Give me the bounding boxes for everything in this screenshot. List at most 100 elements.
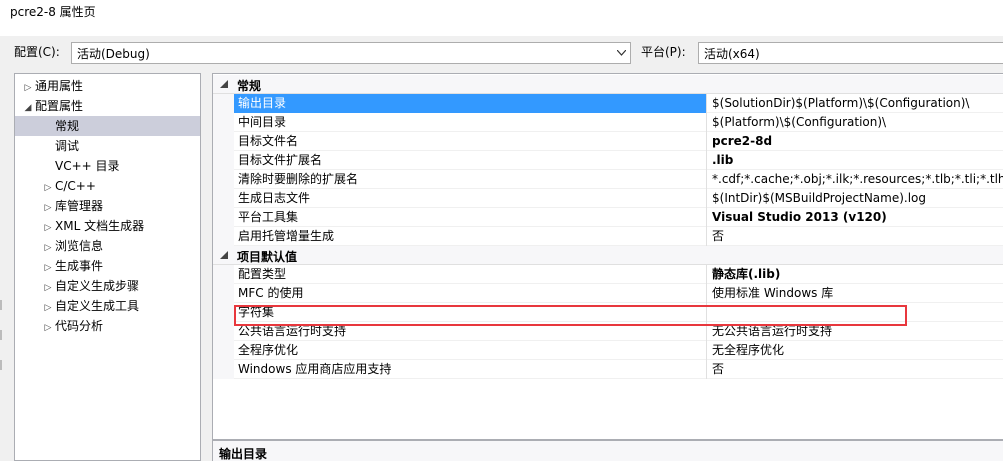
row-gutter <box>213 113 234 132</box>
collapse-triangle-icon[interactable] <box>220 251 228 259</box>
tree-item[interactable]: ▷ 库管理器 <box>41 196 103 216</box>
collapse-triangle-icon[interactable] <box>220 80 228 88</box>
property-name[interactable]: 目标文件扩展名 <box>234 151 707 170</box>
property-name[interactable]: 清除时要删除的扩展名 <box>234 170 707 189</box>
configuration-value: 活动(Debug) <box>77 47 150 61</box>
property-pages-dialog: 配置(C): 活动(Debug) 平台(P): 活动(x64) ▷ 通用属性 ◢ 配置… <box>0 36 1003 461</box>
property-value[interactable]: .lib <box>708 151 1003 170</box>
property-value[interactable]: 静态库(.lib) <box>708 265 1003 284</box>
annotation-highlight-box <box>234 305 907 326</box>
property-name[interactable]: 启用托管增量生成 <box>234 227 707 246</box>
property-row[interactable]: 目标文件扩展名 .lib <box>213 151 1003 170</box>
property-value[interactable]: 使用标准 Windows 库 <box>708 284 1003 303</box>
property-row[interactable]: 启用托管增量生成否 <box>213 227 1003 246</box>
property-value[interactable]: *.cdf;*.cache;*.obj;*.ilk;*.resources;*.… <box>708 170 1003 189</box>
property-row[interactable]: MFC 的使用 使用标准 Windows 库 <box>213 284 1003 303</box>
property-value[interactable]: $(IntDir)$(MSBuildProjectName).log <box>708 189 1003 208</box>
row-gutter <box>213 227 234 246</box>
tree-item[interactable]: ▷ 自定义生成工具 <box>41 296 139 316</box>
tree-item[interactable]: ▷ 自定义生成步骤 <box>41 276 139 296</box>
property-value[interactable]: 否 <box>708 360 1003 379</box>
expand-triangle-icon[interactable]: ▷ <box>41 318 55 338</box>
tree-item[interactable]: ▷ 浏览信息 <box>41 236 103 256</box>
property-value[interactable]: $(Platform)\$(Configuration)\ <box>708 113 1003 132</box>
tree-item[interactable]: ▷ C/C++ <box>41 176 96 196</box>
tree-item[interactable]: ▷ 生成事件 <box>41 256 103 276</box>
property-value[interactable]: pcre2-8d <box>708 132 1003 151</box>
tree-item[interactable]: 调试 <box>41 136 79 156</box>
configuration-combo[interactable]: 活动(Debug) <box>71 42 631 64</box>
property-value[interactable]: Visual Studio 2013 (v120) <box>708 208 1003 227</box>
property-name[interactable]: 配置类型 <box>234 265 707 284</box>
tree-item[interactable]: ◢ 配置属性 <box>21 96 83 116</box>
category-defaults[interactable]: 项目默认值 <box>213 246 1003 265</box>
property-grid: 常规 输出目录 $(SolutionDir)$(Platform)\$(Config… <box>212 73 1003 440</box>
tree-item[interactable]: ▷ 代码分析 <box>41 316 103 336</box>
tree-item-label: VC++ 目录 <box>55 159 120 173</box>
property-name[interactable]: 平台工具集 <box>234 208 707 227</box>
property-name[interactable]: 目标文件名 <box>234 132 707 151</box>
description-title: 输出目录 <box>219 447 268 461</box>
expand-triangle-icon[interactable]: ▷ <box>41 238 55 258</box>
window-edge <box>0 300 2 370</box>
category-general[interactable]: 常规 <box>213 75 1003 94</box>
row-gutter <box>213 132 234 151</box>
window-title: pcre2-8 属性页 <box>10 5 96 19</box>
expand-triangle-icon[interactable]: ▷ <box>41 258 55 278</box>
property-row[interactable]: 生成日志文件 $(IntDir)$(MSBuildProjectName).log <box>213 189 1003 208</box>
row-gutter <box>213 208 234 227</box>
category-title: 项目默认值 <box>237 250 298 264</box>
property-tree: ▷ 通用属性 ◢ 配置属性 常规 调试 VC++ 目录 ▷ C/C++ ▷ 库管理器 ▷ XML 文档生… <box>14 73 201 461</box>
tree-item[interactable]: 常规 <box>15 116 200 136</box>
property-row[interactable]: Windows 应用商店应用支持否 <box>213 360 1003 379</box>
row-gutter <box>213 360 234 379</box>
row-gutter <box>213 341 234 360</box>
tree-item-label: 库管理器 <box>55 199 104 213</box>
property-row[interactable]: 清除时要删除的扩展名 *.cdf;*.cache;*.obj;*.ilk;*.re… <box>213 170 1003 189</box>
property-value[interactable]: 无全程序优化 <box>708 341 1003 360</box>
property-name[interactable]: 生成日志文件 <box>234 189 707 208</box>
tree-item-label: 代码分析 <box>55 319 104 333</box>
title-bar: pcre2-8 属性页 <box>0 0 1003 36</box>
expand-triangle-icon[interactable]: ▷ <box>41 218 55 238</box>
row-gutter <box>213 151 234 170</box>
expand-triangle-icon[interactable]: ▷ <box>41 198 55 218</box>
tree-item-label: 生成事件 <box>55 259 104 273</box>
tree-item[interactable]: VC++ 目录 <box>41 156 120 176</box>
tree-item-label: 自定义生成工具 <box>55 299 140 313</box>
property-row[interactable]: 平台工具集 Visual Studio 2013 (v120) <box>213 208 1003 227</box>
platform-combo[interactable]: 活动(x64) <box>698 42 1003 64</box>
tree-item-label: XML 文档生成器 <box>55 219 145 233</box>
property-name[interactable]: MFC 的使用 <box>234 284 707 303</box>
chevron-down-icon[interactable] <box>612 43 630 63</box>
property-value[interactable]: $(SolutionDir)$(Platform)\$(Configuratio… <box>708 94 1003 113</box>
property-name[interactable]: Windows 应用商店应用支持 <box>234 360 707 379</box>
tree-item[interactable]: ▷ 通用属性 <box>21 76 83 96</box>
row-gutter <box>213 265 234 284</box>
expand-triangle-icon[interactable]: ▷ <box>41 298 55 318</box>
property-name[interactable]: 全程序优化 <box>234 341 707 360</box>
expand-triangle-icon[interactable]: ▷ <box>21 78 35 98</box>
expanded-triangle-icon[interactable]: ◢ <box>21 98 35 118</box>
tree-item[interactable]: ▷ XML 文档生成器 <box>41 216 145 238</box>
tree-item-label: 自定义生成步骤 <box>55 279 140 293</box>
property-name[interactable]: 中间目录 <box>234 113 707 132</box>
expand-triangle-icon[interactable]: ▷ <box>41 278 55 298</box>
property-row[interactable]: 配置类型 静态库(.lib) <box>213 265 1003 284</box>
property-name[interactable]: 输出目录 <box>234 94 707 113</box>
tree-item-label: 配置属性 <box>35 99 84 113</box>
property-value[interactable]: 否 <box>708 227 1003 246</box>
description-panel: 输出目录 <box>212 440 1003 461</box>
row-gutter <box>213 94 234 113</box>
row-gutter <box>213 303 234 322</box>
configuration-label: 配置(C): <box>14 45 60 59</box>
property-row[interactable]: 中间目录 $(Platform)\$(Configuration)\ <box>213 113 1003 132</box>
tree-item-label: 通用属性 <box>35 79 84 93</box>
tree-item-label: 浏览信息 <box>55 239 104 253</box>
property-row[interactable]: 目标文件名 pcre2-8d <box>213 132 1003 151</box>
expand-triangle-icon[interactable]: ▷ <box>41 178 55 198</box>
property-row[interactable]: 全程序优化 无全程序优化 <box>213 341 1003 360</box>
platform-label: 平台(P): <box>641 45 686 59</box>
tree-item-label: 常规 <box>55 119 80 133</box>
property-row[interactable]: 输出目录 $(SolutionDir)$(Platform)\$(Configur… <box>213 94 1003 113</box>
